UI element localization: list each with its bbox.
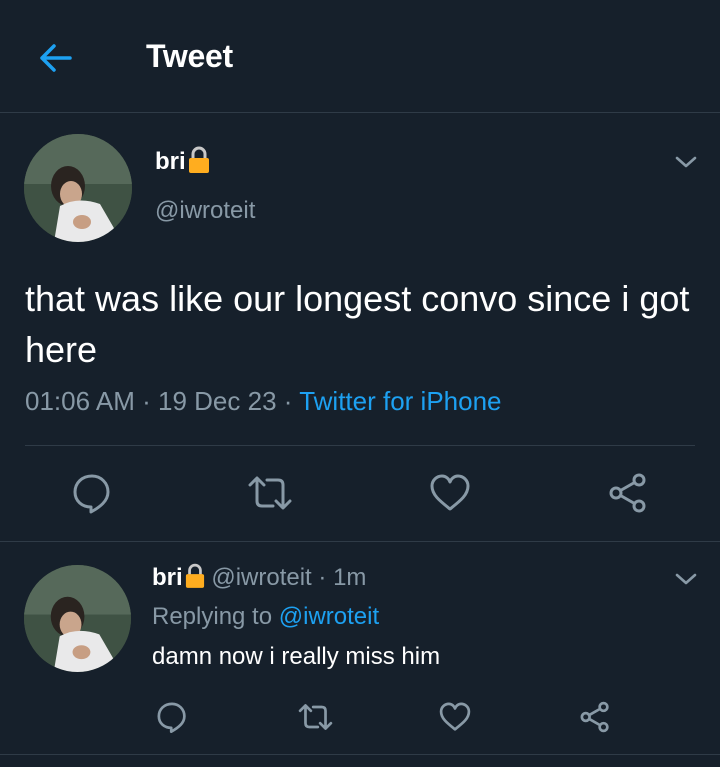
tweet-text: that was like our longest convo since i … xyxy=(25,278,690,370)
retweet-icon xyxy=(298,704,333,730)
reply-time: 1m xyxy=(333,564,367,591)
share-icon xyxy=(609,473,646,513)
lock-icon xyxy=(185,563,204,588)
lock-icon xyxy=(188,146,209,173)
share-button[interactable] xyxy=(578,700,612,739)
separator: · xyxy=(318,564,327,591)
like-button[interactable] xyxy=(428,471,472,520)
chevron-down-icon xyxy=(675,573,697,585)
comment-icon xyxy=(73,474,110,514)
comment-icon xyxy=(157,702,186,734)
tweet-time: 01:06 AM xyxy=(25,386,135,416)
share-button[interactable] xyxy=(606,471,650,520)
page-title: Tweet xyxy=(146,38,233,74)
reply-header: bri @iwroteit · 1m xyxy=(152,563,367,592)
back-button[interactable] xyxy=(36,38,76,78)
avatar[interactable] xyxy=(24,134,132,242)
retweet-icon xyxy=(248,476,292,510)
arrow-left-icon xyxy=(40,44,72,72)
display-name[interactable]: bri xyxy=(152,564,183,591)
separator: · xyxy=(142,386,151,416)
reply-tweet[interactable]: bri @iwroteit · 1m Replying to @iwroteit… xyxy=(0,542,720,755)
replying-to-label: Replying to xyxy=(152,603,273,630)
display-name[interactable]: bri xyxy=(155,146,210,176)
share-icon xyxy=(580,701,609,733)
user-handle[interactable]: @iwroteit xyxy=(155,197,255,225)
avatar[interactable] xyxy=(24,565,131,672)
heart-icon xyxy=(439,702,471,731)
main-tweet: bri @iwroteit that was like our longest … xyxy=(0,113,720,542)
reply-button[interactable] xyxy=(155,700,189,739)
more-options-button[interactable] xyxy=(673,570,699,593)
retweet-button[interactable] xyxy=(297,700,334,739)
more-options-button[interactable] xyxy=(673,153,699,176)
tweet-date: 19 Dec 23 xyxy=(158,386,277,416)
retweet-button[interactable] xyxy=(246,471,294,520)
display-name-text: bri xyxy=(155,148,186,175)
tweet-source-link[interactable]: Twitter for iPhone xyxy=(299,386,501,416)
divider xyxy=(25,445,695,446)
reply-button[interactable] xyxy=(70,471,114,520)
tweet-meta: 01:06 AM · 19 Dec 23 · Twitter for iPhon… xyxy=(25,386,502,417)
reply-text: damn now i really miss him xyxy=(152,643,441,670)
user-handle[interactable]: @iwroteit xyxy=(211,564,311,591)
separator: · xyxy=(283,386,293,416)
top-bar: Tweet xyxy=(0,0,720,113)
heart-icon xyxy=(430,474,470,511)
like-button[interactable] xyxy=(438,700,472,739)
replying-to-handle[interactable]: @iwroteit xyxy=(279,603,379,630)
replying-to: Replying to @iwroteit xyxy=(152,603,379,631)
chevron-down-icon xyxy=(675,156,697,168)
